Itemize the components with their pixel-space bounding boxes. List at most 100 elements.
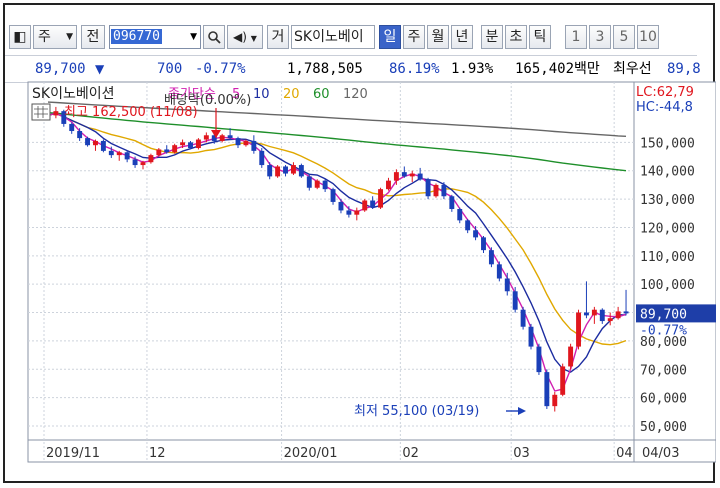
hc-label: HC:-44,8 xyxy=(636,100,693,115)
prev-button[interactable]: 전 xyxy=(81,25,105,49)
x-tick-label: 04 xyxy=(616,446,633,461)
x-tick-label: 03 xyxy=(513,446,530,461)
candle-body xyxy=(520,309,526,327)
candle-body xyxy=(259,150,265,166)
market-select[interactable]: 주 ▼ xyxy=(33,25,77,49)
candle-body xyxy=(124,152,130,160)
period-button-6[interactable]: 틱 xyxy=(529,25,551,49)
y-tick-label: 150,000 xyxy=(640,136,695,151)
candle-body xyxy=(243,140,249,146)
market-label: 주 xyxy=(38,29,51,45)
chart-svg[interactable]: 150,000 140,000 130,000 120,000 110,000 100,0… xyxy=(24,78,717,466)
chevron-down-icon: ▼ xyxy=(66,32,73,42)
candle-body xyxy=(69,123,75,132)
y-tick-label: 120,000 xyxy=(640,221,695,236)
candle-body xyxy=(449,196,455,210)
period-button-2[interactable]: 월 xyxy=(427,25,449,49)
candle-body xyxy=(488,250,494,265)
candle-body xyxy=(496,264,502,279)
grid-toggle-icon xyxy=(31,103,51,121)
candle-body xyxy=(156,149,162,156)
x-tick-label: 2020/01 xyxy=(284,446,338,461)
candle-body xyxy=(85,138,91,146)
period-button-0[interactable]: 일 xyxy=(379,25,401,49)
candle-body xyxy=(433,184,439,197)
candle-body xyxy=(393,172,399,181)
candle-body xyxy=(583,312,589,316)
candle-body xyxy=(116,152,122,156)
candle-body xyxy=(441,184,447,197)
candle-body xyxy=(306,176,312,188)
candle-body xyxy=(314,180,320,188)
candle-body xyxy=(100,140,106,151)
interval-button-1[interactable]: 3 xyxy=(589,25,611,49)
candle-body xyxy=(560,366,566,395)
chart-menu-icon[interactable]: ◧ xyxy=(9,25,31,49)
candle-body xyxy=(275,166,281,177)
legend-period-10: 10 xyxy=(253,87,270,102)
candle-body xyxy=(180,142,186,146)
candle-body xyxy=(465,220,471,231)
candle-body xyxy=(409,173,415,177)
candle-body xyxy=(251,140,257,151)
y-tick-label: 110,000 xyxy=(640,250,695,265)
candle-body xyxy=(576,312,581,347)
chart-title: SK이노베이션 xyxy=(32,86,114,102)
lc-label: LC:62,79 xyxy=(636,85,694,100)
candle-body xyxy=(615,311,621,319)
candle-body xyxy=(512,291,518,310)
legend-period-60: 60 xyxy=(313,87,330,102)
candle-body xyxy=(148,155,154,163)
candle-body xyxy=(235,138,241,146)
period-button-5[interactable]: 초 xyxy=(505,25,527,49)
toolbar: ◧ 주 ▼ 전 096770 ▼ ◀) ▼ 거 SK이노베이 일주월년분초틱13… xyxy=(5,25,697,49)
interval-button-2[interactable]: 5 xyxy=(613,25,635,49)
candle-body xyxy=(298,165,304,177)
candle-body xyxy=(188,142,193,149)
candle-body xyxy=(77,131,83,139)
candle-body xyxy=(195,139,201,149)
dividend-annotation: 배당락(0.00%) xyxy=(164,93,251,108)
low-annotation: 최저 55,100 (03/19) xyxy=(354,404,479,419)
candle-body xyxy=(552,394,558,407)
x-tick-label: 04/03 xyxy=(642,446,679,461)
candle-body xyxy=(544,372,550,407)
stock-name: SK이노베이 xyxy=(291,25,375,49)
current-price-tag: 89,700 xyxy=(640,307,687,322)
candle-body xyxy=(481,237,486,251)
candle-body xyxy=(528,326,534,347)
candle-body xyxy=(425,179,431,197)
y-tick-label: 100,000 xyxy=(640,278,695,293)
candle-body xyxy=(53,111,59,116)
search-icon[interactable] xyxy=(203,25,225,49)
candle-body xyxy=(290,165,296,174)
candle-body xyxy=(623,311,629,314)
speaker-icon[interactable]: ◀) ▼ xyxy=(227,25,263,49)
candle-body xyxy=(164,149,170,153)
y-tick-label: 70,000 xyxy=(640,363,687,378)
candlestick-chart[interactable]: 150,000 140,000 130,000 120,000 110,000 100,0… xyxy=(24,78,717,466)
y-tick-label: 140,000 xyxy=(640,165,695,180)
x-tick-label: 2019/11 xyxy=(46,446,100,461)
period-button-3[interactable]: 년 xyxy=(451,25,473,49)
interval-button-3[interactable]: 10 xyxy=(637,25,659,49)
candle-body xyxy=(172,145,178,153)
period-button-1[interactable]: 주 xyxy=(403,25,425,49)
candle-body xyxy=(362,200,368,211)
candle-body xyxy=(417,173,423,180)
interval-button-0[interactable]: 1 xyxy=(565,25,587,49)
y-tick-label: 60,000 xyxy=(640,392,687,407)
code-input[interactable]: 096770 ▼ xyxy=(109,25,201,49)
candle-body xyxy=(457,209,463,221)
candle-body xyxy=(504,278,510,292)
name-label-button[interactable]: 거 xyxy=(267,25,289,49)
chevron-down-icon: ▼ xyxy=(190,32,197,42)
legend-period-20: 20 xyxy=(283,87,300,102)
candle-body xyxy=(219,135,225,141)
period-button-4[interactable]: 분 xyxy=(481,25,503,49)
candle-body xyxy=(108,150,114,156)
candle-body xyxy=(330,189,336,202)
candle-body xyxy=(346,210,352,215)
x-tick-label: 02 xyxy=(402,446,419,461)
candle-body xyxy=(140,162,146,166)
